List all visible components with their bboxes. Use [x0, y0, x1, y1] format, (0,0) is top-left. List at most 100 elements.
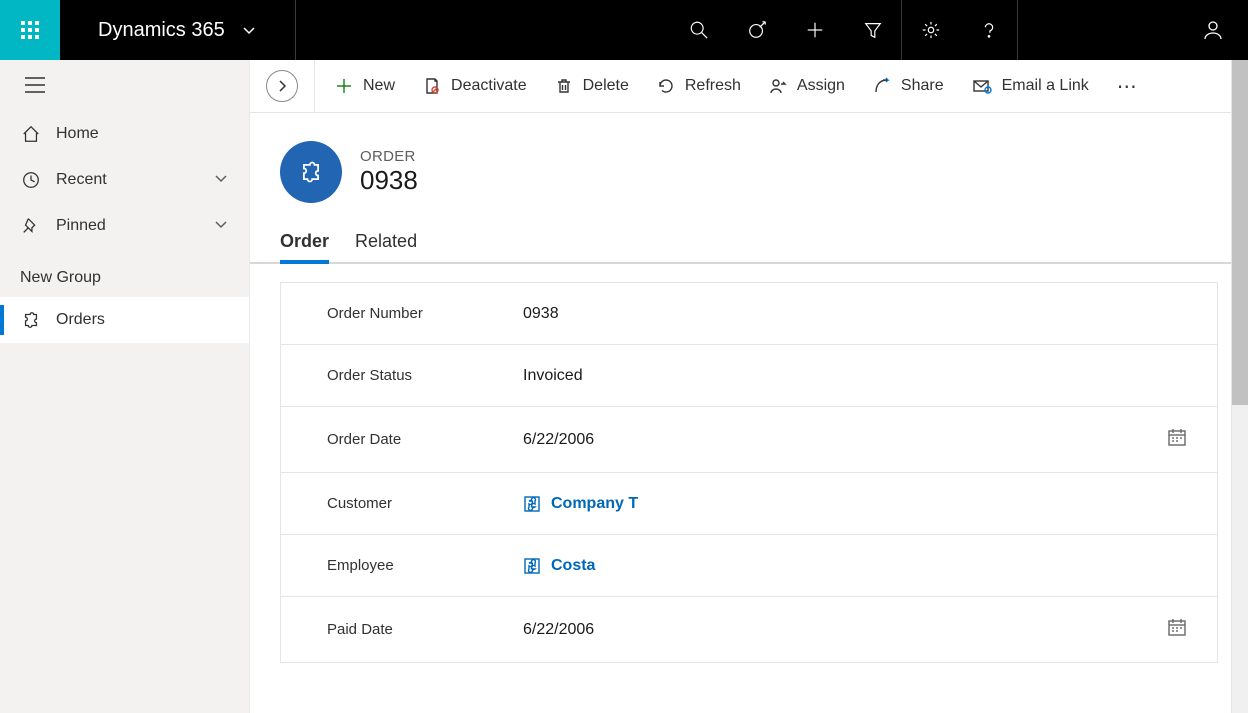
- field-customer[interactable]: Customer Company T: [281, 473, 1217, 535]
- advanced-find-button[interactable]: [844, 0, 902, 60]
- field-paid-date[interactable]: Paid Date 6/22/2006: [281, 597, 1217, 662]
- field-employee[interactable]: Employee Costa: [281, 535, 1217, 597]
- deactivate-button[interactable]: Deactivate: [409, 69, 541, 103]
- deactivate-icon: [423, 77, 441, 95]
- sidebar-item-home[interactable]: Home: [0, 111, 249, 157]
- command-bar: New Deactivate Delete Refresh Assign Sha…: [250, 60, 1248, 113]
- share-icon: [873, 77, 891, 95]
- lookup-link[interactable]: Costa: [551, 557, 595, 575]
- share-button[interactable]: Share: [859, 69, 958, 103]
- main-content: New Deactivate Delete Refresh Assign Sha…: [250, 60, 1248, 713]
- record-entity-label: ORDER: [360, 148, 418, 165]
- tab-order[interactable]: Order: [280, 223, 329, 262]
- home-icon: [20, 123, 42, 145]
- field-label: Customer: [327, 495, 523, 512]
- field-value: 6/22/2006: [523, 621, 594, 639]
- waffle-icon: [20, 20, 40, 40]
- sidebar: Home Recent Pinned New Group Orders: [0, 60, 250, 713]
- field-value: 0938: [523, 305, 1187, 323]
- command-label: Share: [901, 77, 944, 95]
- hamburger-icon: [24, 76, 46, 94]
- field-label: Order Number: [327, 305, 523, 322]
- calendar-icon[interactable]: [1167, 617, 1187, 642]
- calendar-icon[interactable]: [1167, 427, 1187, 452]
- lookup-link[interactable]: Company T: [551, 495, 638, 513]
- sidebar-item-recent[interactable]: Recent: [0, 157, 249, 203]
- field-label: Employee: [327, 557, 523, 574]
- person-icon: [1202, 19, 1224, 41]
- new-button[interactable]: New: [321, 69, 409, 103]
- plus-icon: [335, 77, 353, 95]
- plus-icon: [805, 20, 825, 40]
- global-topbar: Dynamics 365: [0, 0, 1248, 60]
- settings-button[interactable]: [902, 0, 960, 60]
- sidebar-item-label: Home: [56, 125, 99, 143]
- trash-icon: [555, 77, 573, 95]
- puzzle-icon: [20, 309, 42, 331]
- refresh-icon: [657, 77, 675, 95]
- field-order-date[interactable]: Order Date 6/22/2006: [281, 407, 1217, 473]
- chevron-down-icon: [213, 170, 229, 191]
- help-button[interactable]: [960, 0, 1018, 60]
- scrollbar[interactable]: [1231, 60, 1248, 713]
- sidebar-item-label: Orders: [56, 311, 105, 329]
- topbar-spacer: [296, 0, 670, 60]
- chevron-down-icon: [213, 216, 229, 237]
- sidebar-item-orders[interactable]: Orders: [0, 297, 249, 343]
- command-label: Email a Link: [1002, 77, 1089, 95]
- record-title: 0938: [360, 165, 418, 196]
- delete-button[interactable]: Delete: [541, 69, 643, 103]
- email-icon: [972, 77, 992, 95]
- record-header: ORDER 0938: [250, 113, 1248, 223]
- task-flow-button[interactable]: [728, 0, 786, 60]
- app-launcher-button[interactable]: [0, 0, 60, 60]
- chevron-right-icon: [275, 79, 289, 93]
- field-order-number[interactable]: Order Number 0938: [281, 283, 1217, 345]
- search-icon: [689, 20, 709, 40]
- user-profile-button[interactable]: [1018, 0, 1248, 60]
- tab-related[interactable]: Related: [355, 223, 417, 262]
- gear-icon: [921, 20, 941, 40]
- field-order-status[interactable]: Order Status Invoiced: [281, 345, 1217, 407]
- brand-label: Dynamics 365: [98, 19, 225, 42]
- form-panel: Order Number 0938 Order Status Invoiced …: [280, 282, 1218, 663]
- field-value: Invoiced: [523, 367, 1187, 385]
- field-value: 6/22/2006: [523, 431, 594, 449]
- field-label: Paid Date: [327, 621, 523, 638]
- search-button[interactable]: [670, 0, 728, 60]
- more-commands-button[interactable]: ⋯: [1103, 66, 1153, 107]
- chevron-down-icon: [241, 22, 257, 38]
- field-label: Order Date: [327, 431, 523, 448]
- target-icon: [747, 20, 767, 40]
- quick-create-button[interactable]: [786, 0, 844, 60]
- sidebar-item-label: Pinned: [56, 217, 106, 235]
- brand-title[interactable]: Dynamics 365: [60, 0, 296, 60]
- command-label: Refresh: [685, 77, 741, 95]
- record-avatar: [280, 141, 342, 203]
- pin-icon: [20, 215, 42, 237]
- refresh-button[interactable]: Refresh: [643, 69, 755, 103]
- lookup-icon: [523, 557, 541, 575]
- lookup-icon: [523, 495, 541, 513]
- back-button[interactable]: [266, 70, 298, 102]
- command-label: Assign: [797, 77, 845, 95]
- command-label: Deactivate: [451, 77, 527, 95]
- form-tabs: Order Related: [250, 223, 1248, 264]
- help-icon: [979, 20, 999, 40]
- field-label: Order Status: [327, 367, 523, 384]
- puzzle-icon: [298, 159, 324, 185]
- tab-label: Related: [355, 231, 417, 251]
- filter-icon: [863, 20, 883, 40]
- tab-label: Order: [280, 231, 329, 251]
- command-label: New: [363, 77, 395, 95]
- sidebar-group-label: New Group: [0, 249, 249, 297]
- command-label: Delete: [583, 77, 629, 95]
- email-link-button[interactable]: Email a Link: [958, 69, 1103, 103]
- sitemap-toggle-button[interactable]: [0, 76, 249, 111]
- sidebar-item-label: Recent: [56, 171, 107, 189]
- assign-icon: [769, 77, 787, 95]
- sidebar-item-pinned[interactable]: Pinned: [0, 203, 249, 249]
- scrollbar-thumb[interactable]: [1232, 60, 1248, 405]
- assign-button[interactable]: Assign: [755, 69, 859, 103]
- clock-icon: [20, 169, 42, 191]
